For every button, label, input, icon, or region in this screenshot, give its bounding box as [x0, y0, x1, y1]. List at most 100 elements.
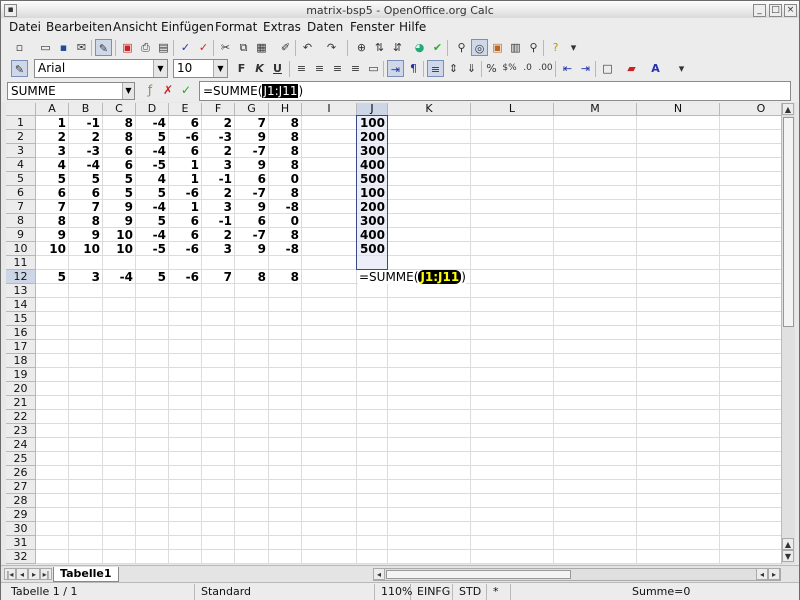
- cell-f3[interactable]: 2: [202, 144, 235, 158]
- page-preview-icon[interactable]: ▤: [155, 39, 172, 56]
- cell-g9[interactable]: -7: [235, 228, 269, 242]
- gallery-icon[interactable]: ▣: [489, 39, 506, 56]
- cell-j2[interactable]: 200: [357, 130, 388, 144]
- cell-c7[interactable]: 9: [103, 200, 136, 214]
- row-header[interactable]: 20: [6, 382, 36, 396]
- row-header[interactable]: 29: [6, 508, 36, 522]
- cell-d8[interactable]: 5: [136, 214, 169, 228]
- cell-j3[interactable]: 300: [357, 144, 388, 158]
- cell-j1[interactable]: 100: [357, 116, 388, 130]
- formula-input[interactable]: =SUMME(J1:J11): [199, 81, 791, 101]
- column-header-g[interactable]: G: [235, 103, 269, 116]
- previous-sheet-icon[interactable]: ◂: [16, 568, 28, 580]
- row-header[interactable]: 1: [6, 116, 36, 130]
- navigator-icon[interactable]: ◎: [471, 39, 488, 56]
- row-header[interactable]: 7: [6, 200, 36, 214]
- row-header[interactable]: 18: [6, 354, 36, 368]
- menu-bearbeiten[interactable]: Bearbeiten: [46, 20, 112, 34]
- column-header-k[interactable]: K: [388, 103, 471, 116]
- row-header[interactable]: 14: [6, 298, 36, 312]
- cell-f9[interactable]: 2: [202, 228, 235, 242]
- cell-e8[interactable]: 6: [169, 214, 202, 228]
- cell-f2[interactable]: -3: [202, 130, 235, 144]
- cell-d4[interactable]: -5: [136, 158, 169, 172]
- select-all-corner[interactable]: [6, 103, 36, 116]
- cell-j8[interactable]: 300: [357, 214, 388, 228]
- chart-icon[interactable]: ◕: [411, 39, 428, 56]
- column-header-h[interactable]: H: [269, 103, 302, 116]
- cell-e10[interactable]: -6: [169, 242, 202, 256]
- page-style[interactable]: Standard: [195, 584, 375, 600]
- sort-ascending-icon[interactable]: ⇅: [371, 39, 388, 56]
- cell-d10[interactable]: -5: [136, 242, 169, 256]
- align-vcenter-icon[interactable]: ⇕: [445, 60, 462, 77]
- column-header-n[interactable]: N: [637, 103, 720, 116]
- row-header[interactable]: 31: [6, 536, 36, 550]
- row-header[interactable]: 6: [6, 186, 36, 200]
- cell-b4[interactable]: -4: [69, 158, 103, 172]
- export-pdf-icon[interactable]: ▣: [119, 39, 136, 56]
- cell-g5[interactable]: 6: [235, 172, 269, 186]
- cell-j9[interactable]: 400: [357, 228, 388, 242]
- cell-g8[interactable]: 6: [235, 214, 269, 228]
- font-size-combo[interactable]: 10 ▼: [173, 59, 228, 78]
- toolbar-options-icon[interactable]: ▾: [673, 60, 690, 77]
- name-box[interactable]: SUMME ▼: [7, 82, 135, 100]
- row-header[interactable]: 22: [6, 410, 36, 424]
- cell-f10[interactable]: 3: [202, 242, 235, 256]
- cell-j5[interactable]: 500: [357, 172, 388, 186]
- cell-j12-editor[interactable]: =SUMME(J1:J11): [358, 270, 466, 284]
- zoom-level[interactable]: 110%: [375, 584, 412, 600]
- cell-a1[interactable]: 1: [36, 116, 69, 130]
- cell-e5[interactable]: 1: [169, 172, 202, 186]
- column-header-l[interactable]: L: [471, 103, 554, 116]
- scroll-down-icon[interactable]: ▼: [782, 550, 794, 562]
- align-right-icon[interactable]: ≡: [329, 60, 346, 77]
- cell-c4[interactable]: 6: [103, 158, 136, 172]
- row-header[interactable]: 17: [6, 340, 36, 354]
- text-direction-rtl-icon[interactable]: ¶: [405, 60, 422, 77]
- row-header[interactable]: 24: [6, 438, 36, 452]
- scroll-left-icon[interactable]: ◂: [373, 568, 385, 580]
- cell-h7[interactable]: -8: [269, 200, 302, 214]
- cell-e1[interactable]: 6: [169, 116, 202, 130]
- menu-extras[interactable]: Extras: [263, 20, 301, 34]
- autospellcheck-icon[interactable]: ✓: [195, 39, 212, 56]
- copy-icon[interactable]: ⧉: [235, 39, 252, 56]
- insert-mode[interactable]: EINFG: [411, 584, 453, 600]
- cell-d9[interactable]: -4: [136, 228, 169, 242]
- cell-g3[interactable]: -7: [235, 144, 269, 158]
- menu-datei[interactable]: Datei: [9, 20, 41, 34]
- row-header[interactable]: 3: [6, 144, 36, 158]
- cell-g7[interactable]: 9: [235, 200, 269, 214]
- text-direction-ltr-icon[interactable]: ⇥: [387, 60, 404, 77]
- cell-c9[interactable]: 10: [103, 228, 136, 242]
- paste-icon[interactable]: ▦: [253, 39, 270, 56]
- cell-h4[interactable]: 8: [269, 158, 302, 172]
- row-header[interactable]: 9: [6, 228, 36, 242]
- open-folder-icon[interactable]: ▭: [37, 39, 54, 56]
- cell-h1[interactable]: 8: [269, 116, 302, 130]
- cell-e3[interactable]: 6: [169, 144, 202, 158]
- row-header[interactable]: 26: [6, 466, 36, 480]
- decrease-indent-icon[interactable]: ⇤: [559, 60, 576, 77]
- cell-d7[interactable]: -4: [136, 200, 169, 214]
- row-header[interactable]: 21: [6, 396, 36, 410]
- cell-b3[interactable]: -3: [69, 144, 103, 158]
- merge-cells-icon[interactable]: ▭: [365, 60, 382, 77]
- cell-h8[interactable]: 0: [269, 214, 302, 228]
- align-center-icon[interactable]: ≡: [311, 60, 328, 77]
- row-header[interactable]: 11: [6, 256, 36, 270]
- justify-icon[interactable]: ≡: [347, 60, 364, 77]
- horizontal-scroll-thumb[interactable]: [386, 570, 571, 579]
- cell-a2[interactable]: 2: [36, 130, 69, 144]
- align-left-icon[interactable]: ≡: [293, 60, 310, 77]
- borders-icon[interactable]: □: [599, 60, 616, 77]
- cell-b2[interactable]: 2: [69, 130, 103, 144]
- increase-indent-icon[interactable]: ⇥: [577, 60, 594, 77]
- cell-f4[interactable]: 3: [202, 158, 235, 172]
- cell-f7[interactable]: 3: [202, 200, 235, 214]
- print-icon[interactable]: ⎙: [137, 39, 154, 56]
- cell-j4[interactable]: 400: [357, 158, 388, 172]
- row-header[interactable]: 4: [6, 158, 36, 172]
